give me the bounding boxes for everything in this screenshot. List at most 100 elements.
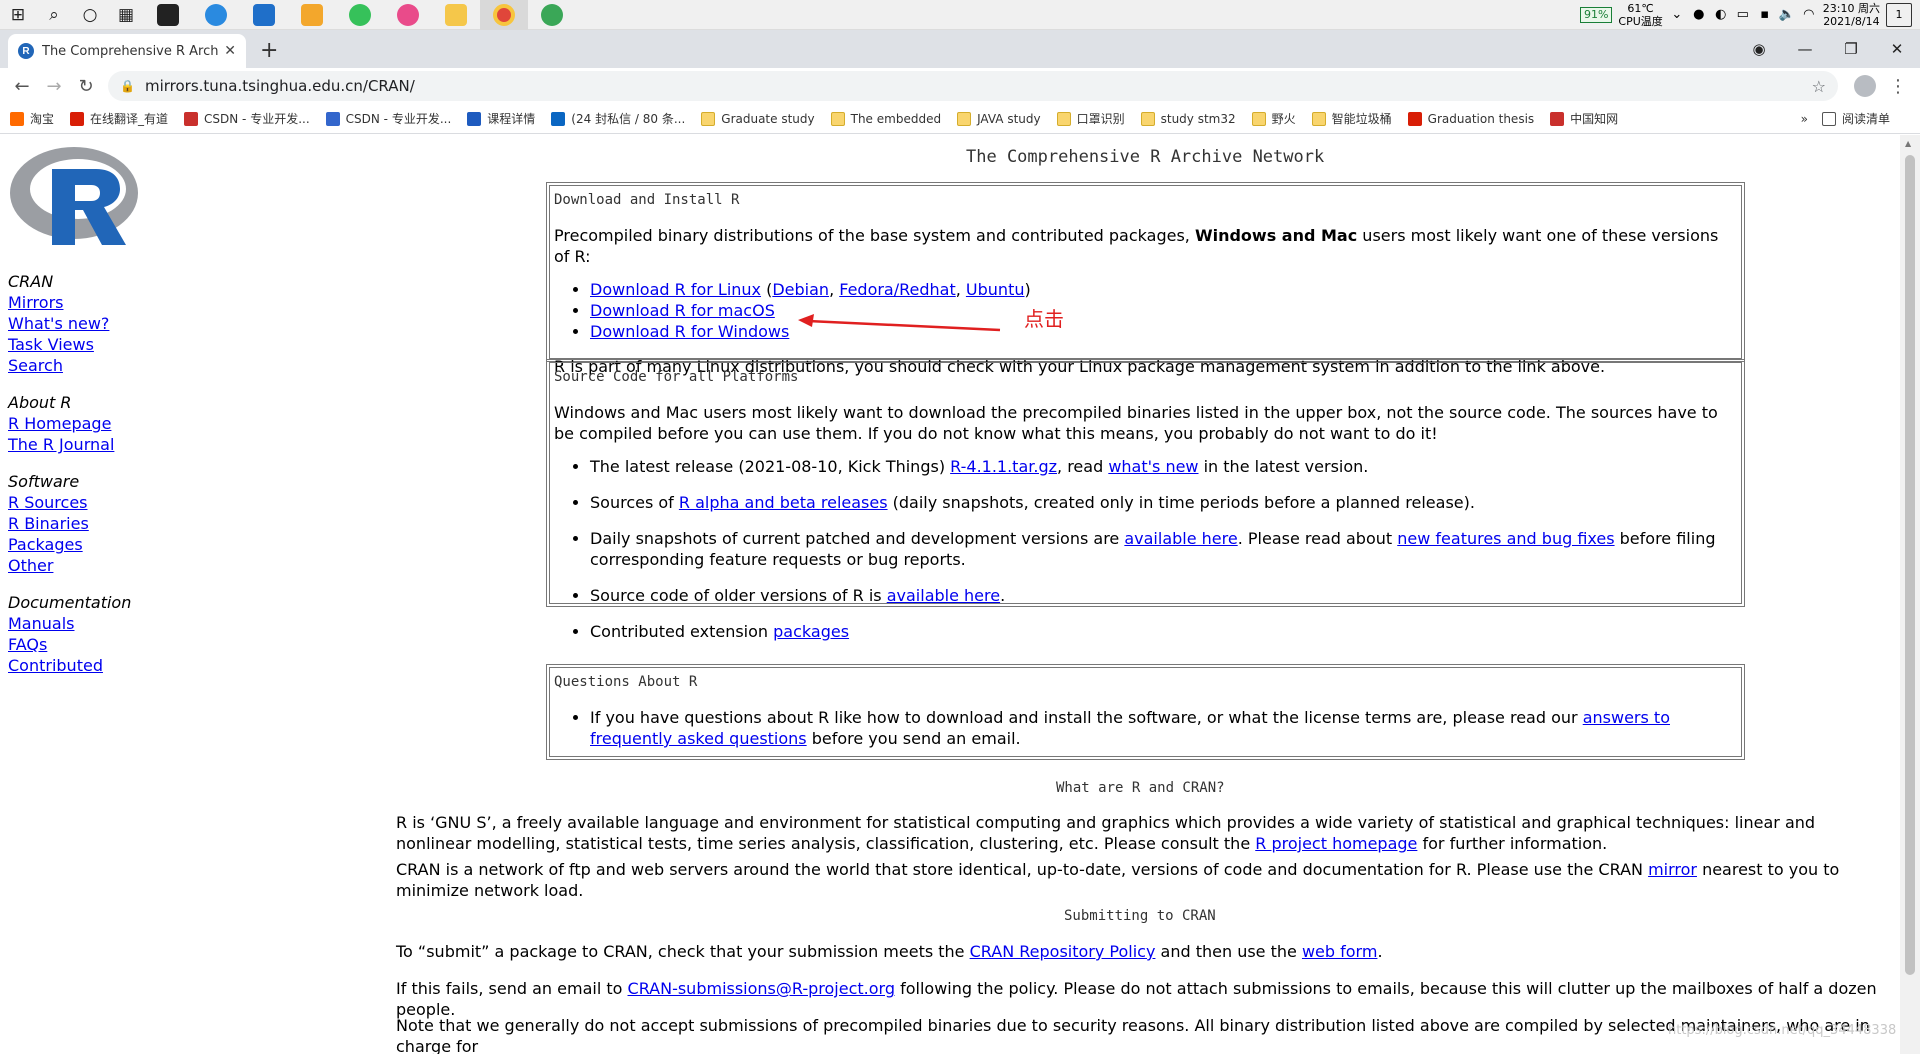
bookmark-item[interactable]: The embedded [830, 111, 941, 126]
mail-icon[interactable] [240, 0, 288, 30]
sidebar-link[interactable]: Contributed [8, 655, 131, 676]
snapshots-link[interactable]: available here [1124, 529, 1237, 548]
page-scrollbar[interactable]: ▲ [1900, 135, 1920, 1054]
source-intro: Windows and Mac users most likely want t… [554, 403, 1718, 443]
notification-icon[interactable]: 1 [1886, 2, 1912, 27]
web-form-link[interactable]: web form [1302, 942, 1377, 961]
forward-icon[interactable]: → [38, 76, 70, 97]
battery-icon[interactable]: ▭ [1735, 7, 1751, 22]
scrollbar-thumb[interactable] [1905, 155, 1915, 975]
sidebar-link[interactable]: Manuals [8, 613, 131, 634]
address-bar[interactable]: 🔒 mirrors.tuna.tsinghua.edu.cn/CRAN/ ☆ [108, 71, 1838, 101]
new-features-link[interactable]: new features and bug fixes [1397, 529, 1614, 548]
bookmark-item[interactable]: 中国知网 [1550, 110, 1618, 127]
back-icon[interactable]: ← [6, 76, 38, 97]
windows-start-icon[interactable]: ⊞ [0, 0, 36, 30]
url-text[interactable]: mirrors.tuna.tsinghua.edu.cn/CRAN/ [145, 77, 415, 95]
more-bookmarks-icon[interactable]: » [1801, 112, 1808, 126]
minimize-icon[interactable]: — [1782, 40, 1828, 58]
bookmark-item[interactable]: CSDN - 专业开发... [325, 110, 451, 127]
windows-taskbar: ⊞ ⌕ ○ ▦ 91% 61℃ CPU温度 ⌄ ● ◐ ▭ ▪ 🔈 ◠ 23:1… [0, 0, 1920, 30]
sidebar-link[interactable]: R Binaries [8, 513, 131, 534]
mirror-link[interactable]: mirror [1648, 860, 1697, 879]
wechat-icon[interactable] [336, 0, 384, 30]
sidebar-link[interactable]: Packages [8, 534, 131, 555]
bookmark-item[interactable]: JAVA study [957, 111, 1041, 126]
bookmark-item[interactable]: Graduate study [701, 111, 815, 126]
close-window-icon[interactable]: ✕ [1874, 40, 1920, 58]
taskbar-app-1-icon[interactable] [144, 0, 192, 30]
what-heading: What are R and CRAN? [1056, 780, 1225, 796]
favicon-icon [1550, 111, 1565, 126]
sidebar-link[interactable]: R Homepage [8, 413, 131, 434]
tray-wechat-icon[interactable]: ◐ [1713, 7, 1729, 22]
sidebar-link[interactable]: FAQs [8, 634, 131, 655]
bookmark-item[interactable]: (24 封私信 / 80 条... [551, 110, 685, 127]
new-tab-button[interactable]: + [260, 38, 278, 64]
browser-tab[interactable]: R The Comprehensive R Archive ✕ [8, 34, 246, 68]
clock[interactable]: 23:10 周六 2021/8/14 [1823, 2, 1880, 28]
bookmark-item[interactable]: 智能垃圾桶 [1311, 110, 1392, 127]
scroll-up-icon[interactable]: ▲ [1905, 139, 1911, 148]
r-project-homepage-link[interactable]: R project homepage [1255, 834, 1417, 853]
bookmark-item[interactable]: Graduation thesis [1407, 111, 1534, 126]
download-linux-link[interactable]: Download R for Linux [590, 280, 761, 299]
what-paragraph-2: CRAN is a network of ftp and web servers… [396, 860, 1840, 900]
reload-icon[interactable]: ↻ [70, 76, 102, 97]
download-windows-link[interactable]: Download R for Windows [590, 322, 789, 341]
whats-new-link[interactable]: what's new [1108, 457, 1198, 476]
tray-app-icon[interactable]: ● [1691, 7, 1707, 22]
bookmark-item[interactable]: study stm32 [1140, 111, 1236, 126]
color-app-icon[interactable] [384, 0, 432, 30]
bookmark-item[interactable]: 淘宝 [10, 110, 54, 127]
cortana-icon[interactable]: ○ [72, 0, 108, 30]
debian-link[interactable]: Debian [772, 280, 829, 299]
packages-link[interactable]: packages [773, 622, 849, 641]
battery-indicator[interactable]: 91% [1579, 6, 1613, 23]
task-view-icon[interactable]: ▦ [108, 0, 144, 30]
reading-list[interactable]: 阅读清单 [1821, 110, 1890, 127]
sidebar-link[interactable]: R Sources [8, 492, 131, 513]
bookmark-item[interactable]: 野火 [1251, 110, 1296, 127]
close-tab-icon[interactable]: ✕ [224, 43, 236, 59]
list-item: Source code of older versions of R is av… [590, 585, 1737, 606]
restore-icon[interactable]: ❐ [1828, 40, 1874, 58]
sidebar-link[interactable]: What's new? [8, 313, 131, 334]
tray-windows-icon[interactable]: ▪ [1757, 7, 1773, 22]
menu-icon[interactable]: ⋮ [1888, 76, 1908, 97]
submissions-email-link[interactable]: CRAN-submissions@R-project.org [628, 979, 895, 998]
sidebar-link[interactable]: Search [8, 355, 131, 376]
bookmark-item[interactable]: 口罩识别 [1056, 110, 1125, 127]
taskbar-app-green-icon[interactable] [528, 0, 576, 30]
older-versions-link[interactable]: available here [887, 586, 1000, 605]
sidebar-link[interactable]: Other [8, 555, 131, 576]
ubuntu-link[interactable]: Ubuntu [966, 280, 1025, 299]
bookmark-item[interactable]: 课程详情 [467, 110, 535, 127]
chrome-icon[interactable] [480, 0, 528, 30]
sidebar-link[interactable]: Mirrors [8, 292, 131, 313]
sidebar-link[interactable]: The R Journal [8, 434, 131, 455]
fedora-link[interactable]: Fedora/Redhat [839, 280, 956, 299]
download-macos-link[interactable]: Download R for macOS [590, 301, 775, 320]
sidebar-link[interactable]: Task Views [8, 334, 131, 355]
lock-icon[interactable]: 🔒 [120, 79, 135, 93]
bookmark-star-icon[interactable]: ☆ [1812, 77, 1826, 96]
r-tarball-link[interactable]: R-4.1.1.tar.gz [950, 457, 1057, 476]
search-icon[interactable]: ⌕ [36, 0, 72, 30]
edge-browser-icon[interactable] [192, 0, 240, 30]
store-icon[interactable] [288, 0, 336, 30]
favicon-icon [184, 111, 199, 126]
repository-policy-link[interactable]: CRAN Repository Policy [970, 942, 1156, 961]
submit-paragraph-3: Note that we generally do not accept sub… [396, 1016, 1870, 1054]
chevron-up-icon[interactable]: ⌄ [1669, 7, 1685, 22]
folder-icon [1140, 111, 1155, 126]
tab-search-icon[interactable]: ◉ [1736, 40, 1782, 58]
volume-icon[interactable]: 🔈 [1779, 7, 1795, 22]
profile-avatar[interactable] [1854, 75, 1876, 97]
file-explorer-icon[interactable] [432, 0, 480, 30]
bookmark-item[interactable]: 在线翻译_有道 [70, 110, 168, 127]
alpha-beta-link[interactable]: R alpha and beta releases [679, 493, 888, 512]
bookmark-item[interactable]: CSDN - 专业开发... [184, 110, 310, 127]
wifi-icon[interactable]: ◠ [1801, 7, 1817, 22]
annotation-label: 点击 [1024, 307, 1064, 331]
